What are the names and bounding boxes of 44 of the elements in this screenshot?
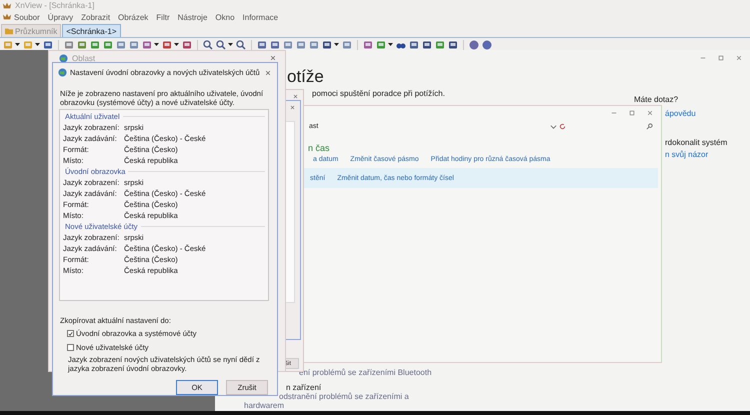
caret-icon[interactable] — [174, 43, 179, 46]
refresh-icon[interactable] — [559, 122, 566, 130]
caret-icon[interactable] — [334, 43, 339, 46]
menu-item[interactable]: Nástroje — [178, 12, 208, 22]
troubleshooter-title[interactable]: n zařízení — [286, 383, 750, 392]
maximize-icon[interactable] — [718, 55, 724, 61]
troubleshooter-description: hardwarem — [244, 401, 286, 410]
close-icon[interactable] — [647, 110, 653, 116]
checkbox[interactable] — [67, 344, 74, 351]
menu-item[interactable]: Soubor — [14, 12, 40, 22]
menu-item[interactable]: Okno — [215, 12, 235, 22]
search-icon[interactable] — [646, 122, 653, 130]
category-title[interactable]: n čas — [308, 143, 661, 153]
close-icon[interactable] — [270, 55, 276, 61]
caret-icon[interactable] — [388, 43, 393, 46]
maximize-icon[interactable] — [629, 110, 635, 116]
chevron-icon[interactable] — [550, 122, 557, 130]
page-subtitle: pomoci spuštění poradce při potížích. — [312, 89, 446, 98]
checkbox[interactable] — [67, 330, 74, 337]
troubleshooter-description: odstranění problémů se zařízeními a — [279, 392, 410, 401]
close-icon[interactable] — [290, 105, 295, 110]
window-title: XnView - [Schránka-1] — [15, 1, 94, 10]
side-label: rdokonalit systém — [665, 138, 728, 148]
menu-item[interactable]: Úpravy — [48, 12, 74, 22]
close-icon[interactable] — [293, 94, 298, 99]
menu-item[interactable]: Obrázek — [118, 12, 148, 22]
menu-item[interactable]: Filtr — [156, 12, 170, 22]
menu-item[interactable]: Informace — [242, 12, 278, 22]
caret-icon[interactable] — [228, 43, 233, 46]
globe-icon — [58, 68, 67, 77]
caret-icon[interactable] — [15, 43, 20, 46]
zoom-icon[interactable] — [216, 40, 226, 50]
dialog-title: Oblast — [72, 54, 96, 63]
tab[interactable]: <Schránka-1> — [62, 24, 120, 37]
globe-icon — [59, 54, 68, 63]
caret-icon[interactable] — [35, 43, 40, 46]
side-label: Máte dotaz? — [634, 95, 680, 105]
menu-item[interactable]: Zobrazit — [81, 12, 110, 22]
close-icon[interactable] — [265, 70, 271, 76]
help-link[interactable]: n svůj názor — [665, 150, 728, 160]
page-heading: otíže — [287, 68, 325, 86]
close-icon[interactable] — [736, 55, 742, 61]
caret-icon[interactable] — [154, 43, 159, 46]
help-link[interactable]: ápovědu — [665, 109, 728, 119]
